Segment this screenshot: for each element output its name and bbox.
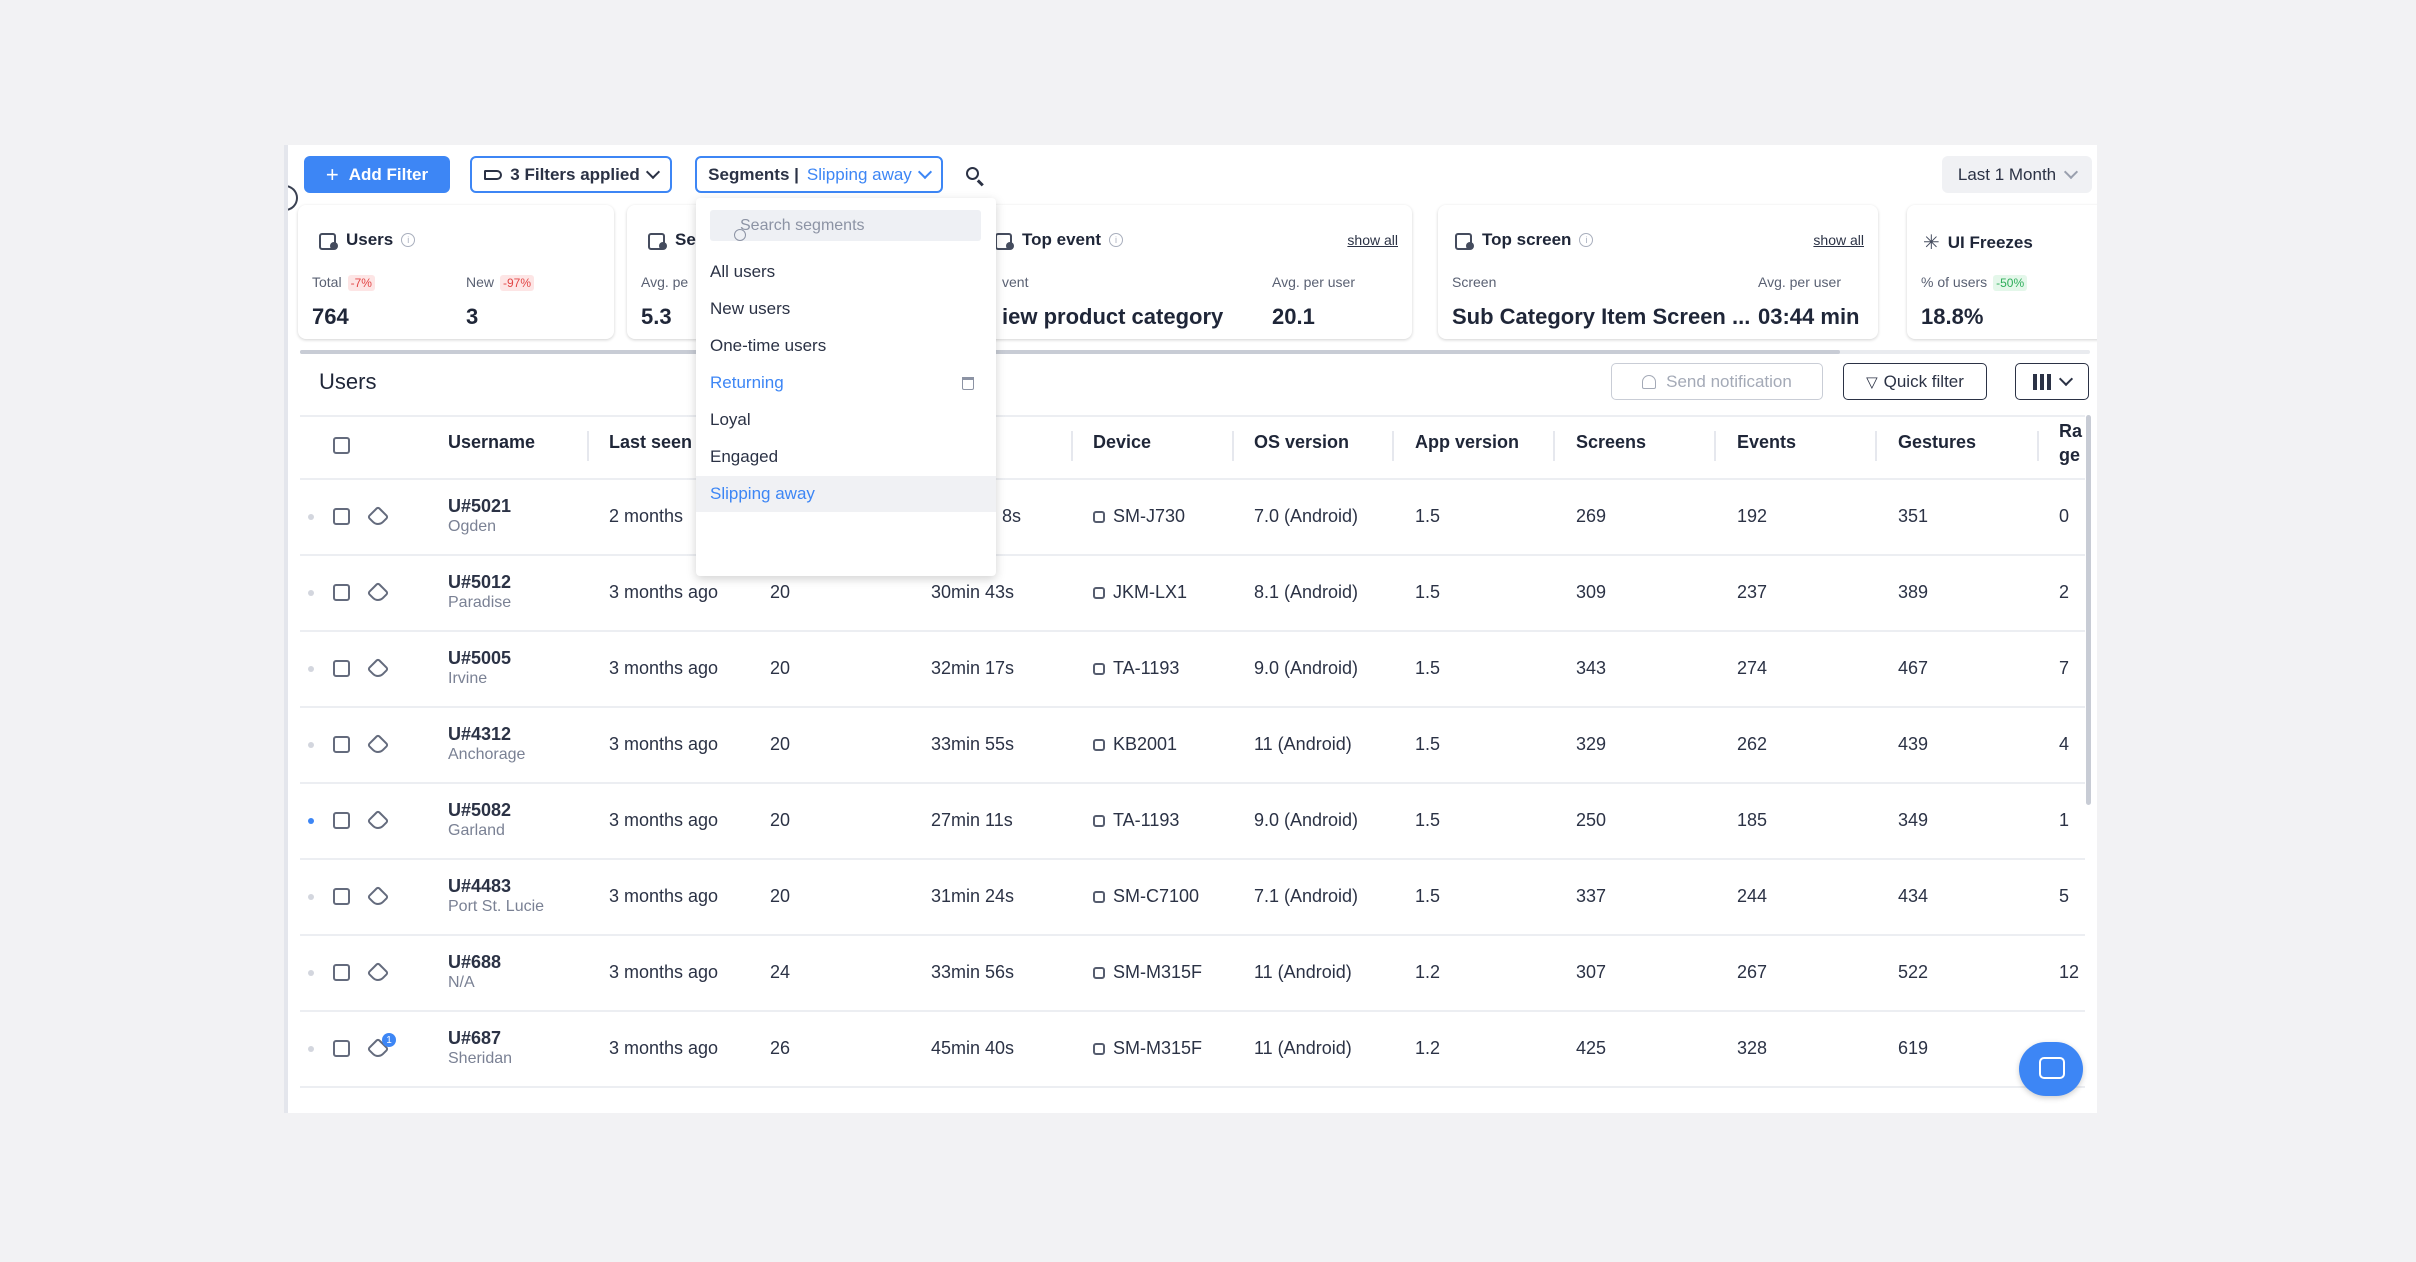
- segments-dropdown: Search segments All users New users One-…: [696, 198, 996, 576]
- top-screen-card: Top screen i show all Screen Sub Categor…: [1438, 205, 1878, 339]
- android-chip-icon: [1093, 511, 1105, 523]
- add-filter-button[interactable]: + Add Filter: [304, 156, 450, 193]
- table-scrollbar-thumb[interactable]: [2086, 415, 2091, 805]
- chat-launcher-button[interactable]: [2019, 1042, 2083, 1096]
- columns-icon: [2033, 373, 2051, 390]
- tag-icon[interactable]: [366, 581, 390, 605]
- row-checkbox[interactable]: [333, 964, 350, 981]
- ui-freezes-card: ✳ UI Freezes % of users -50% 18.8%: [1907, 205, 2097, 339]
- chevron-down-icon: [2064, 164, 2079, 180]
- app-window: + Add Filter 3 Filters applied Segments …: [284, 145, 2097, 1113]
- row-checkbox[interactable]: [333, 812, 350, 829]
- tag-count-badge: 1: [382, 1033, 396, 1047]
- tag-icon[interactable]: [366, 961, 390, 985]
- segment-item-loyal[interactable]: Loyal: [696, 402, 996, 438]
- tag-icon[interactable]: [366, 505, 390, 529]
- quick-filter-button[interactable]: ▽ Quick filter: [1843, 363, 1987, 400]
- segment-item-returning[interactable]: Returning: [696, 365, 996, 401]
- android-chip-icon: [1093, 967, 1105, 979]
- chevron-down-icon: [645, 164, 660, 180]
- segment-item-one-time-users[interactable]: One-time users: [696, 328, 996, 364]
- segment-search-input[interactable]: Search segments: [710, 210, 981, 241]
- trash-icon[interactable]: [962, 377, 974, 390]
- row-checkbox[interactable]: [333, 508, 350, 525]
- chat-icon: [2039, 1057, 2065, 1079]
- search-icon: [734, 229, 746, 241]
- send-notification-button[interactable]: Send notification: [1611, 363, 1823, 400]
- select-all-checkbox[interactable]: [333, 437, 350, 454]
- android-chip-icon: [1093, 587, 1105, 599]
- row-checkbox[interactable]: [333, 1040, 350, 1057]
- sessions-icon: [645, 230, 667, 250]
- filter-tag-icon: [484, 169, 503, 180]
- funnel-icon: ▽: [1866, 373, 1878, 391]
- users-section-title: Users: [319, 369, 377, 394]
- info-icon[interactable]: i: [1109, 233, 1124, 247]
- cards-scrollbar-track: [300, 350, 2090, 354]
- chevron-down-icon: [2058, 371, 2074, 387]
- top-screen-show-all-link[interactable]: show all: [1813, 232, 1864, 248]
- android-chip-icon: [1093, 891, 1105, 903]
- android-chip-icon: [1093, 815, 1105, 827]
- cards-scrollbar-thumb[interactable]: [300, 350, 1840, 354]
- tag-icon[interactable]: [366, 809, 390, 833]
- plus-icon: +: [325, 161, 339, 187]
- columns-button[interactable]: [2015, 363, 2089, 400]
- bell-icon: [1642, 374, 1657, 389]
- row-checkbox[interactable]: [333, 584, 350, 601]
- segment-item-new-users[interactable]: New users: [696, 291, 996, 327]
- date-range-select[interactable]: Last 1 Month: [1942, 156, 2092, 193]
- info-icon[interactable]: i: [401, 233, 416, 247]
- users-icon: [316, 230, 338, 250]
- chevron-down-icon: [917, 164, 932, 180]
- snowflake-icon: ✳: [1923, 232, 1940, 254]
- active-indicator: [308, 818, 314, 824]
- tag-icon[interactable]: [366, 657, 390, 681]
- android-chip-icon: [1093, 1043, 1105, 1055]
- top-screen-icon: [1452, 230, 1474, 250]
- tag-icon[interactable]: [366, 885, 390, 909]
- search-icon[interactable]: [964, 165, 986, 187]
- segments-select[interactable]: Segments | Slipping away: [695, 156, 943, 193]
- segment-item-engaged[interactable]: Engaged: [696, 439, 996, 475]
- sidebar-collapse-handle[interactable]: [288, 185, 298, 211]
- android-chip-icon: [1093, 663, 1105, 675]
- row-checkbox[interactable]: [333, 736, 350, 753]
- segment-item-all-users[interactable]: All users: [696, 254, 996, 290]
- row-checkbox[interactable]: [333, 888, 350, 905]
- row-checkbox[interactable]: [333, 660, 350, 677]
- tag-icon[interactable]: [366, 733, 390, 757]
- top-event-card: Top event i show all vent iew product ca…: [968, 205, 1412, 339]
- android-chip-icon: [1093, 739, 1105, 751]
- segment-item-slipping-away[interactable]: Slipping away: [696, 476, 996, 512]
- top-event-show-all-link[interactable]: show all: [1347, 232, 1398, 248]
- info-icon[interactable]: i: [1579, 233, 1594, 247]
- users-card: Users i Total -7% 764 New -97% 3: [298, 205, 614, 339]
- filters-applied-button[interactable]: 3 Filters applied: [470, 156, 672, 193]
